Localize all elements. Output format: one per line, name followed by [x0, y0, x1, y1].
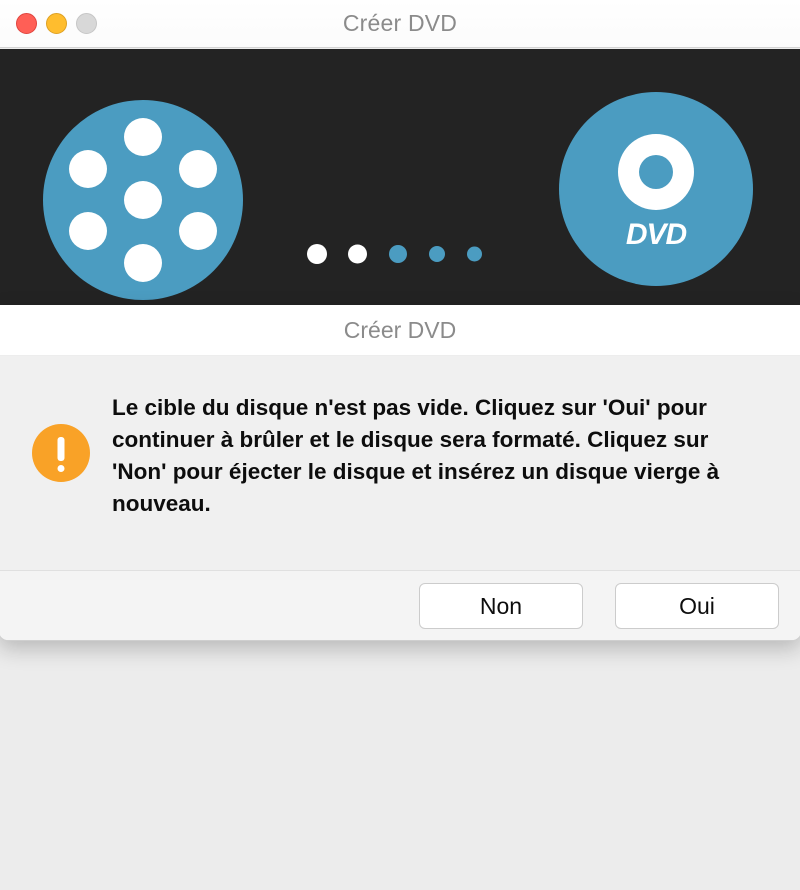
source-disc-icon [43, 100, 243, 300]
exclamation-stem [57, 437, 65, 461]
alert-message: Le cible du disque n'est pas vide. Cliqu… [112, 395, 720, 516]
alert-yes-button[interactable]: Oui [615, 583, 779, 629]
disc-not-empty-alert-dialog: Créer DVD Le cible du disque n'est pas v… [0, 305, 800, 641]
disc-hole-northwest [69, 150, 107, 188]
transfer-dot-4 [429, 246, 445, 262]
alert-title: Créer DVD [343, 316, 457, 343]
warning-icon [32, 424, 90, 482]
dvd-center-ring [618, 134, 694, 210]
hero-banner: DVD [0, 49, 800, 305]
create-dvd-window: Créer DVD DVD Brûler... [0, 0, 800, 890]
disc-hole-north [124, 118, 162, 156]
disc-hole-southwest [69, 212, 107, 250]
disc-hole-center [124, 181, 162, 219]
transfer-dot-2 [348, 244, 367, 264]
alert-body: Le cible du disque n'est pas vide. Cliqu… [0, 356, 800, 570]
transfer-dot-5 [467, 246, 482, 262]
transfer-dot-1 [307, 244, 327, 264]
transfer-dot-3 [389, 245, 407, 263]
dvd-disc-icon: DVD [559, 92, 753, 286]
window-title: Créer DVD [342, 10, 458, 36]
exclamation-dot [57, 465, 65, 472]
disc-hole-northeast [179, 150, 217, 188]
disc-hole-southeast [179, 212, 217, 250]
disc-hole-south [124, 244, 162, 282]
alert-footer: Non Oui [0, 570, 800, 640]
alert-no-button[interactable]: Non [419, 583, 583, 629]
dvd-label: DVD [625, 218, 687, 251]
window-titlebar: Créer DVD [0, 0, 800, 48]
alert-titlebar: Créer DVD [0, 305, 800, 356]
transfer-progress-dots [307, 239, 497, 269]
